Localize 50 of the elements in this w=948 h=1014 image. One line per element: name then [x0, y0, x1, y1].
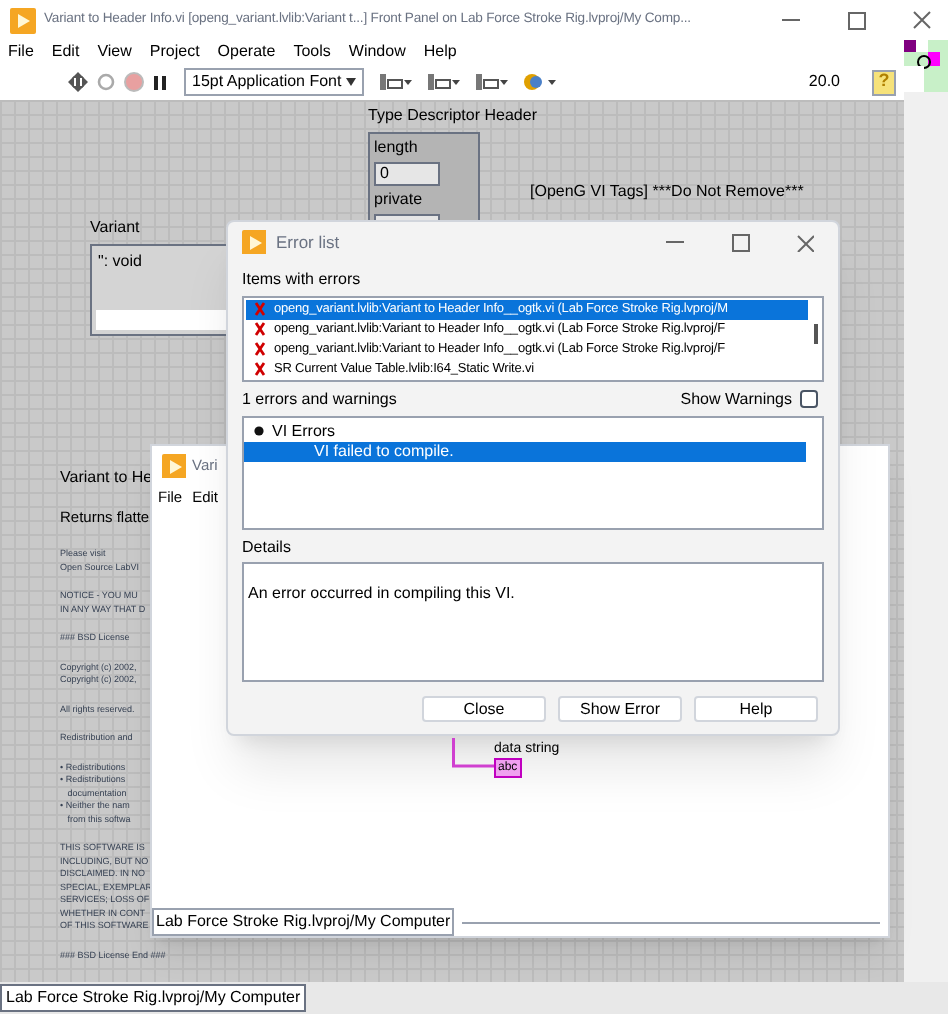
error-x-icon	[254, 342, 266, 357]
maximize-icon[interactable]	[730, 232, 750, 253]
scrollbar-thumb[interactable]	[813, 323, 817, 344]
menu-item[interactable]: Project	[149, 40, 200, 64]
menu-item[interactable]: Help	[423, 40, 457, 64]
close-icon[interactable]	[796, 233, 814, 252]
reorder-icon[interactable]	[522, 72, 556, 92]
bullet-icon	[254, 426, 264, 437]
align-objects-icon[interactable]	[378, 72, 412, 92]
menu-item[interactable]: View	[97, 40, 132, 64]
resize-objects-icon[interactable]	[474, 72, 508, 92]
pause-icon[interactable]	[152, 72, 168, 92]
menu-item[interactable]: Window	[348, 40, 406, 64]
dialog-title: Error list	[276, 230, 342, 256]
tree-item[interactable]: VI Errors	[244, 421, 806, 442]
numeric-field[interactable]: 0	[374, 162, 440, 186]
app-logo-icon	[162, 454, 186, 478]
dialog-button[interactable]: Show Error	[558, 696, 682, 722]
tree-item[interactable]: VI failed to compile.	[244, 441, 806, 462]
cluster-label: Type Descriptor Header	[368, 104, 537, 128]
checkbox-label: Show Warnings	[680, 387, 792, 412]
error-x-icon	[254, 322, 266, 337]
menu-item[interactable]: Tools	[293, 40, 331, 64]
tags-text: [OpenG VI Tags] ***Do Not Remove***	[530, 180, 804, 204]
details-text: An error occurred in compiling this VI.	[248, 584, 515, 603]
wire-line	[452, 738, 494, 774]
project-status: Lab Force Stroke Rig.lvproj/My Computer	[152, 908, 455, 936]
dialog-button[interactable]: Help	[694, 696, 818, 722]
font-dropdown[interactable]: 15pt Application Font	[184, 68, 364, 96]
dialog-button[interactable]: Close	[422, 696, 546, 722]
close-icon[interactable]	[912, 10, 932, 30]
caret-icon	[346, 78, 356, 86]
menu-item[interactable]: Operate	[217, 40, 276, 64]
variant-label: Variant	[90, 216, 142, 240]
menu-item[interactable]: Edit	[51, 40, 80, 64]
show-warnings-checkbox[interactable]	[800, 390, 818, 409]
error-x-icon	[254, 302, 266, 317]
section-label: Items with errors	[242, 267, 363, 292]
app-logo-icon	[242, 230, 266, 255]
maximize-icon[interactable]	[846, 9, 868, 31]
zoom-value: 20.0	[808, 70, 840, 94]
field-label: length	[374, 136, 420, 160]
distribute-objects-icon[interactable]	[426, 72, 460, 92]
app-logo-icon	[10, 7, 36, 33]
field-label: private	[374, 188, 425, 212]
error-x-icon	[254, 362, 266, 377]
section-label: Details	[242, 536, 293, 561]
menu-item[interactable]: File	[8, 40, 34, 64]
project-status: Lab Force Stroke Rig.lvproj/My Computer	[0, 984, 307, 1012]
error-count-label: 1 errors and warnings	[242, 387, 399, 412]
